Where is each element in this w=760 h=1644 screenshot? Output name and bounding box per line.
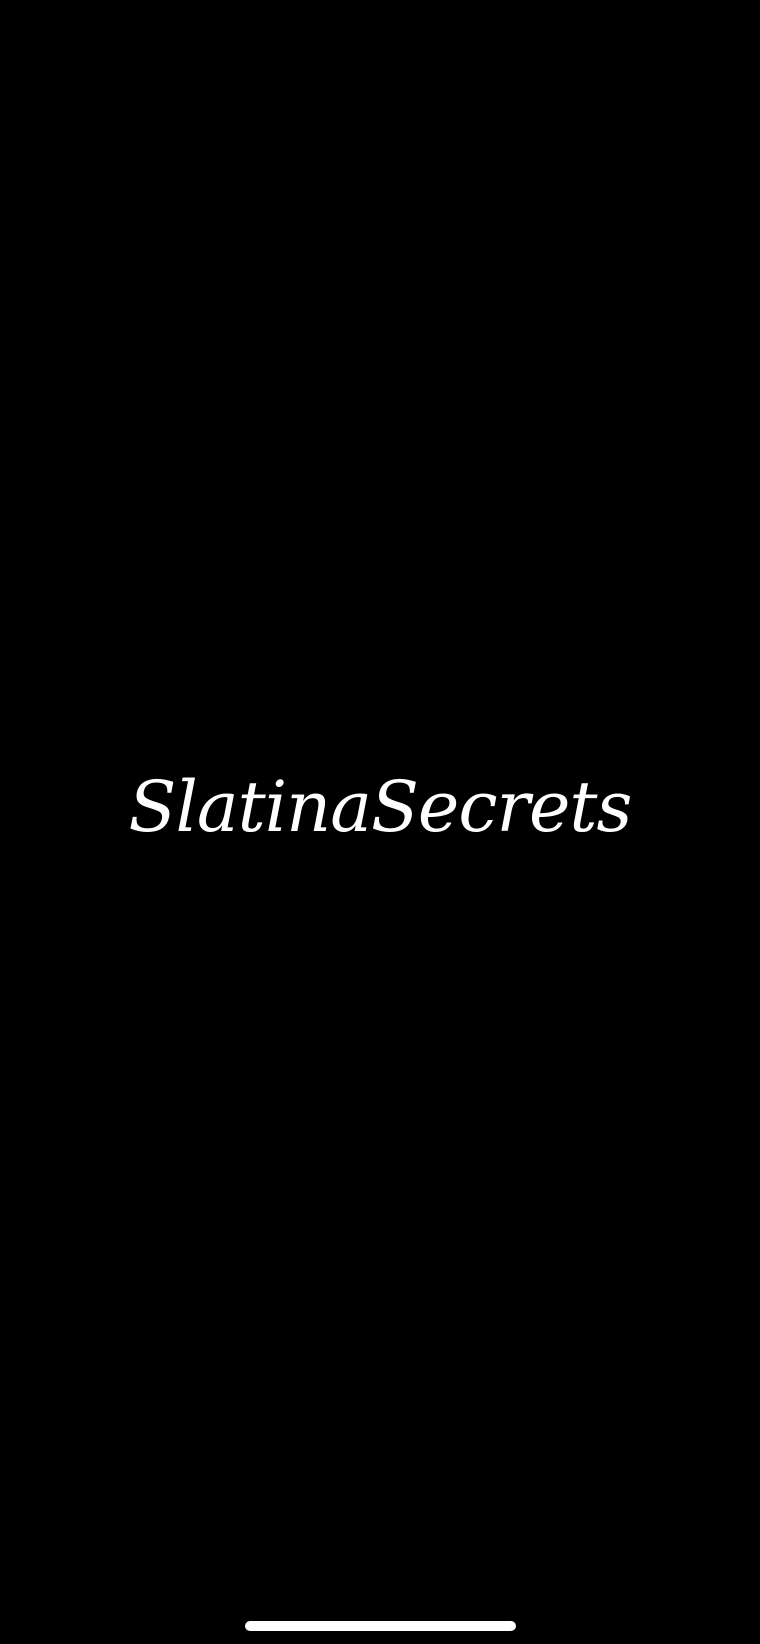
splash-screen: SlatinaSecrets	[0, 0, 760, 1644]
splash-logo: SlatinaSecrets	[0, 752, 760, 862]
home-indicator-bar[interactable]	[245, 1621, 516, 1631]
brand-wordmark: SlatinaSecrets	[128, 766, 633, 848]
